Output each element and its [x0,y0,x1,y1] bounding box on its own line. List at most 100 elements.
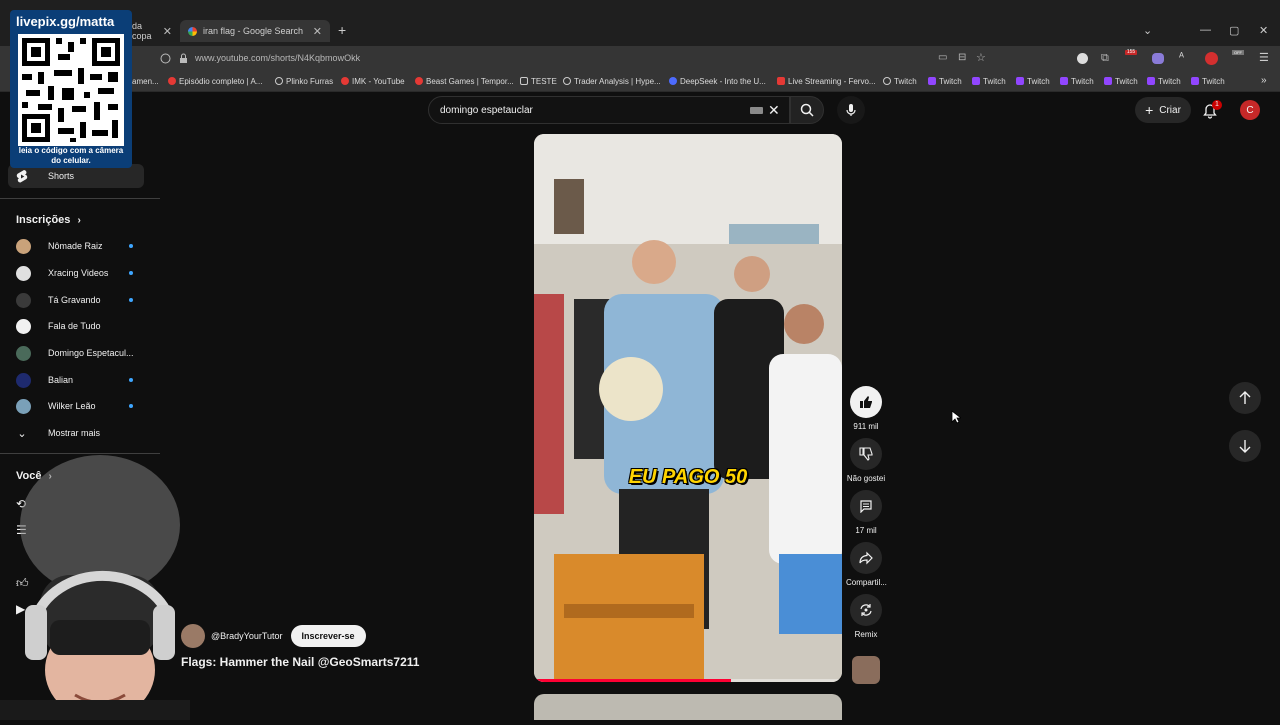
bookmark-item[interactable]: amen... [132,77,159,86]
bookmark-item[interactable]: Twitch [972,77,1006,86]
adblock-icon[interactable] [1205,52,1218,65]
like-button[interactable]: 911 mil [846,386,886,431]
clear-search-icon[interactable]: ✕ [768,102,780,119]
close-tab-icon[interactable]: ✕ [305,25,330,38]
qr-code [18,34,124,146]
subscriptions-header[interactable]: Inscrições › [16,214,81,226]
remix-button[interactable]: Remix [846,594,886,639]
deepseek-icon [669,77,677,85]
tab-previous[interactable]: da copa ✕ [130,20,176,42]
sidebar-item-subscription[interactable]: Xracing Videos [8,261,144,285]
bookmark-item[interactable]: Twitch [1147,77,1181,86]
bookmark-item[interactable]: Twitch [1191,77,1225,86]
channel-avatar [16,292,31,308]
sidebar-item-label: Tá Gravando [48,295,101,305]
twitch-icon [1104,77,1112,85]
url-field[interactable]: www.youtube.com/shorts/N4KqbmowOkk [195,53,360,63]
minimize-icon[interactable]: — [1200,24,1211,36]
bookmark-item[interactable]: Trader Analysis | Hype... [563,77,661,86]
bookmark-item[interactable]: Twitch [1060,77,1094,86]
account-avatar[interactable]: C [1240,100,1260,120]
bookmark-item[interactable]: Plinko Furras [275,77,333,86]
close-tab-icon[interactable]: ✕ [159,25,176,38]
short-title[interactable]: Flags: Hammer the Nail @GeoSmarts7211 [181,655,419,669]
bookmark-item[interactable]: Beast Games | Tempor... [415,77,514,86]
channel-handle[interactable]: @BradyYourTutor [211,631,283,641]
cast-icon[interactable]: ▭ [938,52,947,63]
sidebar-item-subscription[interactable]: Wilker Leão [8,394,144,418]
extension-off-badge: OFF [1232,50,1244,55]
show-more-button[interactable]: ⌄ Mostrar mais [8,421,144,445]
more-bookmarks-icon[interactable]: » [1261,75,1267,86]
menu-icon[interactable]: ☰ [1259,51,1269,64]
voice-search-button[interactable] [837,96,865,124]
subscribe-button[interactable]: Inscrever-se [290,625,366,647]
channel-avatar [16,372,31,388]
bookmark-folder[interactable]: TESTE [520,77,557,86]
sound-channel-avatar[interactable] [852,656,880,684]
bookmark-item[interactable]: Twitch [1104,77,1138,86]
plus-icon: + [1145,102,1154,118]
create-button[interactable]: + Criar [1135,97,1191,123]
bookmark-item[interactable]: DeepSeek - Into the U... [669,77,766,86]
share-button[interactable]: Compartil... [846,542,887,587]
channel-avatar [16,238,31,254]
browser-tab-bar: da copa ✕ iran flag - Google Search ✕ + … [0,0,1280,46]
sidebar-item-label: Fala de Tudo [48,321,101,331]
sidebar-item-label: Xracing Videos [48,268,109,278]
red-site-icon [415,77,423,85]
bookmark-label: Beast Games | Tempor... [426,77,514,86]
bookmark-item[interactable]: Twitch [928,77,962,86]
next-short-button[interactable] [1229,430,1261,462]
video-progress-bar[interactable] [534,679,842,682]
shorts-icon [14,168,30,184]
new-tab-button[interactable]: + [338,22,346,38]
bookmark-star-icon[interactable]: ☆ [976,51,986,64]
comments-button[interactable]: 17 mil [846,490,886,535]
extension-a-icon[interactable]: ᴬ [1179,51,1184,63]
bookmark-item[interactable]: Twitch [883,77,917,86]
tab-search-icon[interactable]: ⌄ [1143,24,1152,37]
arrow-up-icon [1239,391,1251,404]
bookmark-item[interactable]: Live Streaming - Fervo... [777,77,876,86]
sidebar-item-subscription[interactable]: Tá Gravando [8,288,144,312]
search-input[interactable]: domingo espetauclar ✕ [428,96,790,124]
keyboard-icon[interactable] [750,107,763,114]
sidebar-item-label: Domingo Espetacul... [48,348,134,358]
extension-badge-count: 155 [1125,49,1137,55]
channel-avatar [16,345,31,361]
channel-avatar [16,398,31,414]
create-label: Criar [1159,104,1181,116]
bookmark-label: DeepSeek - Into the U... [680,77,766,86]
previous-short-button[interactable] [1229,382,1261,414]
maximize-icon[interactable]: ▢ [1229,24,1239,37]
arrow-down-icon [1239,440,1251,453]
sidebar-item-label: Wilker Leão [48,401,96,411]
extension-purple-icon[interactable] [1152,53,1164,64]
bookmark-label: Twitch [894,77,917,86]
extension-off-icon[interactable]: OFF [1232,50,1246,64]
extension-badge-icon[interactable]: 155 [1125,50,1141,64]
like-count: 911 mil [853,422,879,431]
sidebar-item-subscription[interactable]: Balian [8,368,144,392]
bookmark-item[interactable]: Twitch [1016,77,1050,86]
tab-title: da copa [132,21,152,41]
dislike-button[interactable]: Não gostei [846,438,886,483]
bookmark-item[interactable]: Episódio completo | A... [168,77,262,86]
sidebar-item-subscription[interactable]: Domingo Espetacul... [8,341,144,365]
bookmark-item[interactable]: IMK - YouTube [341,77,405,86]
sidebar-item-subscription[interactable]: Fala de Tudo [8,314,144,338]
search-query: domingo espetauclar [440,105,533,116]
sidebar-item-subscription[interactable]: Nômade Raiz [8,234,144,258]
tab-google-search[interactable]: iran flag - Google Search ✕ [180,20,330,42]
short-video-player[interactable]: EU PAGO 50 [534,134,842,682]
next-short-preview[interactable] [534,694,842,720]
subscriptions-header-label: Inscrições [16,214,71,226]
window-close-icon[interactable]: ✕ [1259,24,1268,37]
extension-g-icon[interactable] [1077,53,1088,64]
extension-icon[interactable]: ⧉ [1101,52,1109,65]
install-icon[interactable]: ⊟ [958,52,966,63]
search-button[interactable] [790,96,824,124]
site-info-icon[interactable] [160,53,171,64]
video-frame [534,134,842,682]
